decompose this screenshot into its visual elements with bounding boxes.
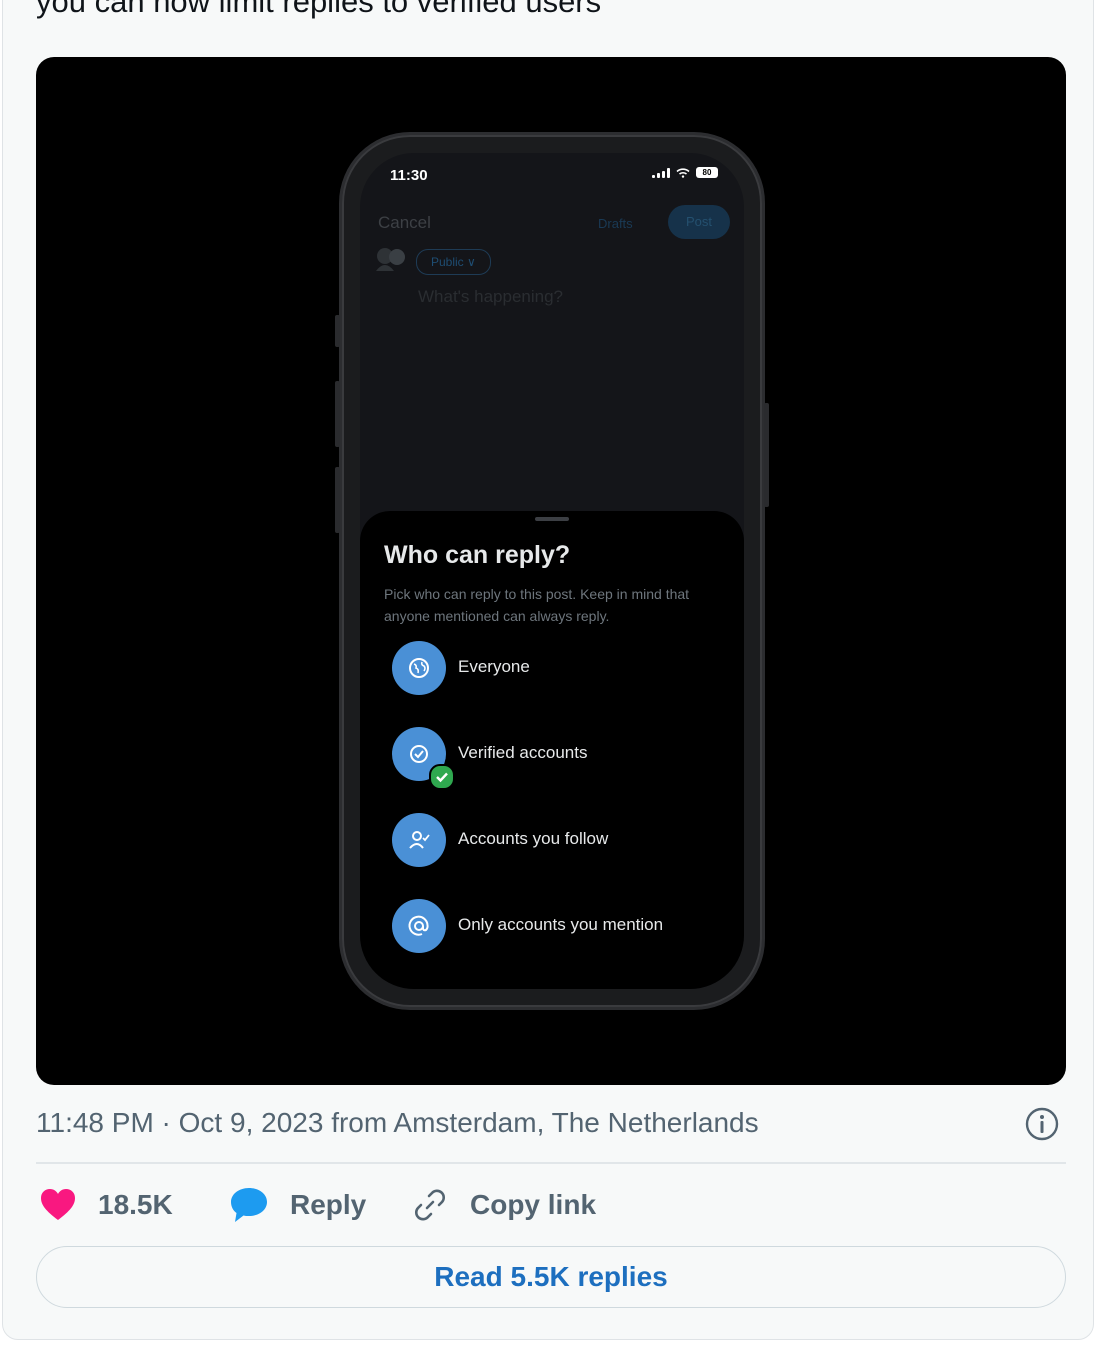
phone-action-button [335, 315, 340, 347]
option-label: Only accounts you mention [458, 915, 664, 934]
status-time: 11:30 [390, 167, 428, 184]
read-replies-button[interactable]: Read 5.5K replies [36, 1246, 1066, 1308]
selected-check-icon [429, 764, 455, 790]
option-label: Everyone [458, 657, 530, 676]
reply-option-verified: Verified accounts [392, 727, 732, 790]
reply-bubble-icon [231, 1188, 267, 1222]
option-label: Accounts you follow [458, 829, 609, 848]
compose-cancel-button: Cancel [378, 213, 431, 232]
tweet-text: you can now limit replies to verified us… [36, 0, 602, 19]
reply-option-mentioned: Only accounts you mention [392, 899, 732, 953]
sheet-subtitle: Pick who can reply to this post. Keep in… [384, 586, 690, 624]
phone-mockup: 11:30 80 Cancel Drafts Post Public ∨ Wha… [335, 135, 769, 1007]
option-icon-circle [392, 641, 446, 695]
tweet-media-image[interactable]: 11:30 80 Cancel Drafts Post Public ∨ Wha… [36, 57, 1066, 1085]
option-label: Verified accounts [458, 743, 588, 762]
heart-icon [41, 1189, 75, 1220]
copy-link-button[interactable]: Copy link [412, 1180, 596, 1230]
info-icon[interactable] [1024, 1106, 1060, 1142]
who-can-reply-sheet: Who can reply? Pick who can reply to thi… [360, 511, 744, 989]
sheet-grab-handle [535, 517, 569, 521]
option-icon-circle [392, 899, 446, 953]
phone-screen: 11:30 80 Cancel Drafts Post Public ∨ Wha… [360, 153, 744, 989]
person-check-icon [409, 831, 430, 849]
phone-power-button [764, 403, 769, 507]
wifi-icon [676, 167, 690, 178]
tweet-timestamp-location[interactable]: 11:48 PM · Oct 9, 2023 from Amsterdam, T… [36, 1107, 759, 1139]
avatar-icon [376, 248, 405, 271]
status-icons: 80 [652, 167, 718, 178]
battery-icon: 80 [696, 167, 718, 178]
phone-volume-up [335, 381, 340, 447]
link-icon [415, 1189, 445, 1221]
copy-link-label: Copy link [470, 1189, 597, 1220]
phone-volume-down [335, 467, 340, 533]
like-count: 18.5K [98, 1189, 173, 1220]
divider [36, 1162, 1066, 1164]
compose-post-button: Post [668, 205, 730, 239]
like-button[interactable]: 18.5K [40, 1180, 173, 1230]
sheet-title: Who can reply? [384, 541, 571, 569]
compose-placeholder: What's happening? [418, 287, 564, 306]
at-icon [408, 915, 429, 936]
reply-label: Reply [290, 1189, 367, 1220]
compose-drafts-button: Drafts [598, 216, 633, 231]
reply-option-following: Accounts you follow [392, 813, 732, 867]
globe-icon [409, 658, 429, 678]
option-icon-circle [392, 813, 446, 867]
verified-icon [410, 745, 428, 763]
audience-selector: Public ∨ [416, 249, 491, 275]
signal-icon [652, 167, 670, 178]
reply-button[interactable]: Reply [230, 1180, 366, 1230]
tweet-actions: 18.5K Reply Copy link [36, 1180, 1066, 1230]
reply-option-everyone: Everyone [392, 641, 732, 695]
